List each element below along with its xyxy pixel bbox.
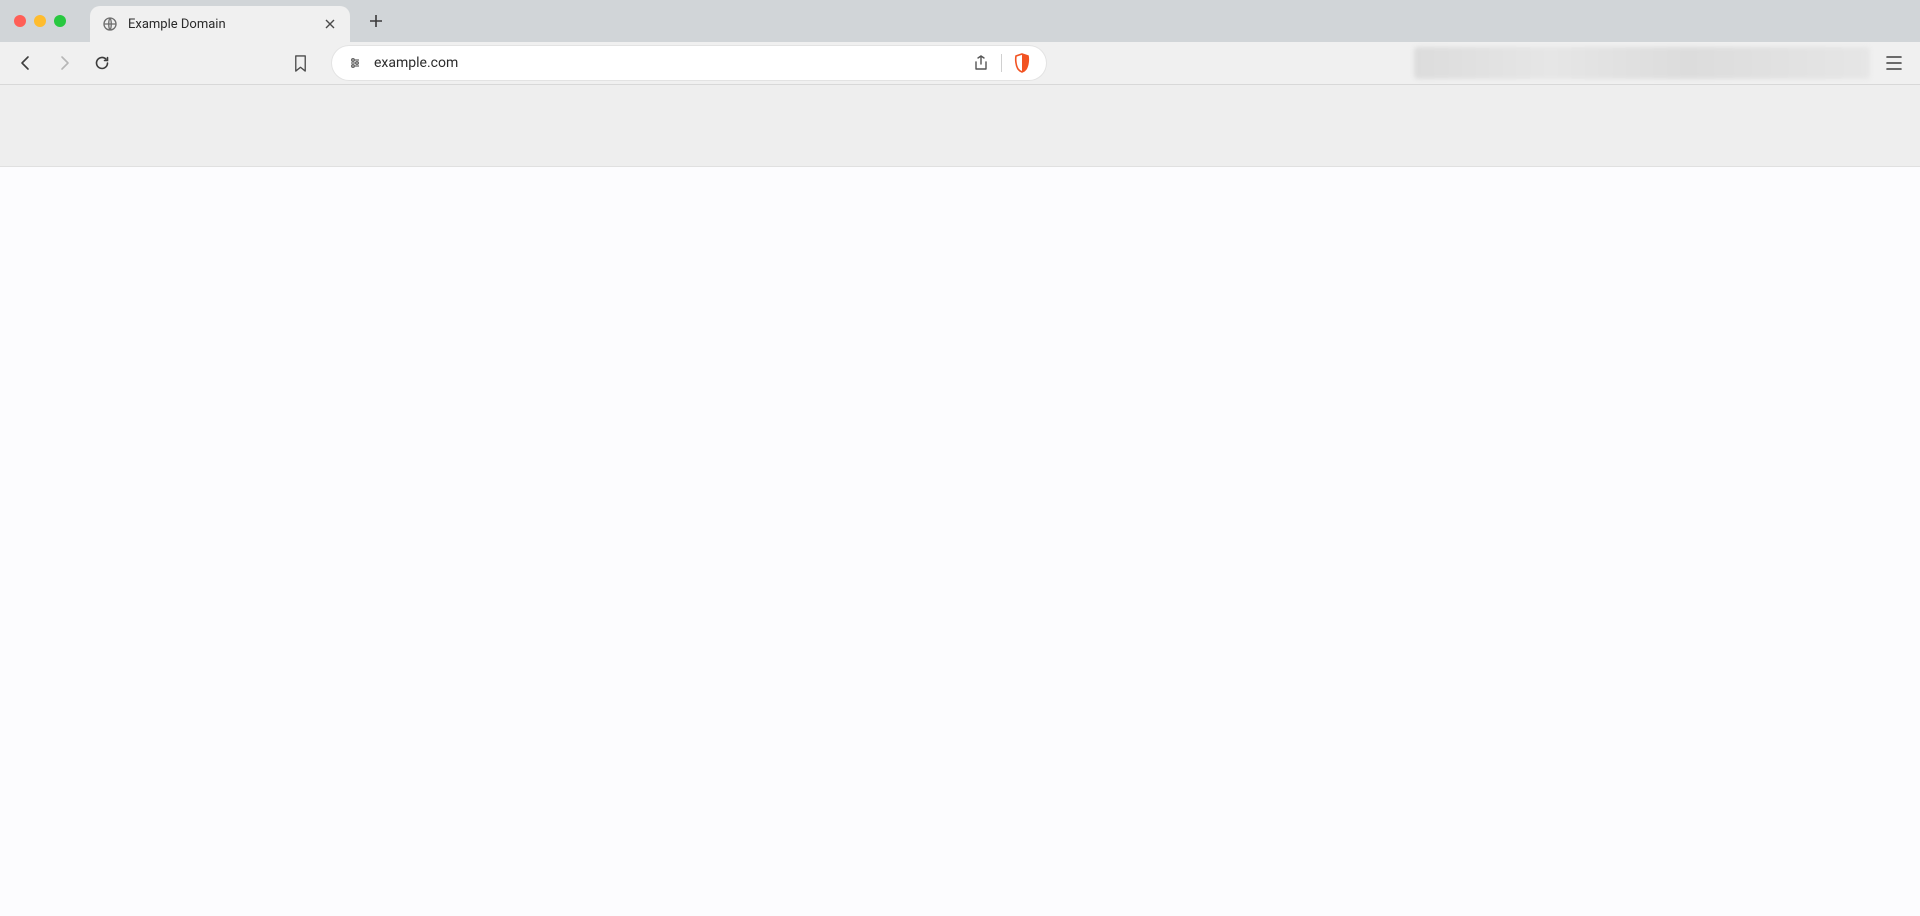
globe-icon — [102, 16, 118, 32]
tab-strip: Example Domain — [0, 0, 1920, 42]
address-bar[interactable]: example.com — [332, 46, 1046, 80]
window-minimize-button[interactable] — [34, 15, 46, 27]
window-zoom-button[interactable] — [54, 15, 66, 27]
divider — [1001, 54, 1002, 72]
back-button[interactable] — [12, 49, 40, 77]
brave-shields-button[interactable] — [1012, 53, 1032, 73]
new-tab-button[interactable] — [362, 7, 390, 35]
app-menu-button[interactable] — [1880, 49, 1908, 77]
site-settings-icon[interactable] — [346, 54, 364, 72]
bookmark-button[interactable] — [286, 49, 314, 77]
forward-button — [50, 49, 78, 77]
toolbar: example.com — [0, 42, 1920, 85]
url-text: example.com — [374, 55, 961, 71]
window-close-button[interactable] — [14, 15, 26, 27]
tab-title: Example Domain — [128, 17, 312, 32]
share-button[interactable] — [971, 53, 991, 73]
window-controls — [14, 15, 66, 27]
browser-tab[interactable]: Example Domain — [90, 6, 350, 42]
redacted-toolbar-area — [1414, 47, 1870, 79]
page-content — [0, 167, 1920, 916]
reload-button[interactable] — [88, 49, 116, 77]
secondary-bar — [0, 85, 1920, 167]
tab-close-button[interactable] — [322, 16, 338, 32]
